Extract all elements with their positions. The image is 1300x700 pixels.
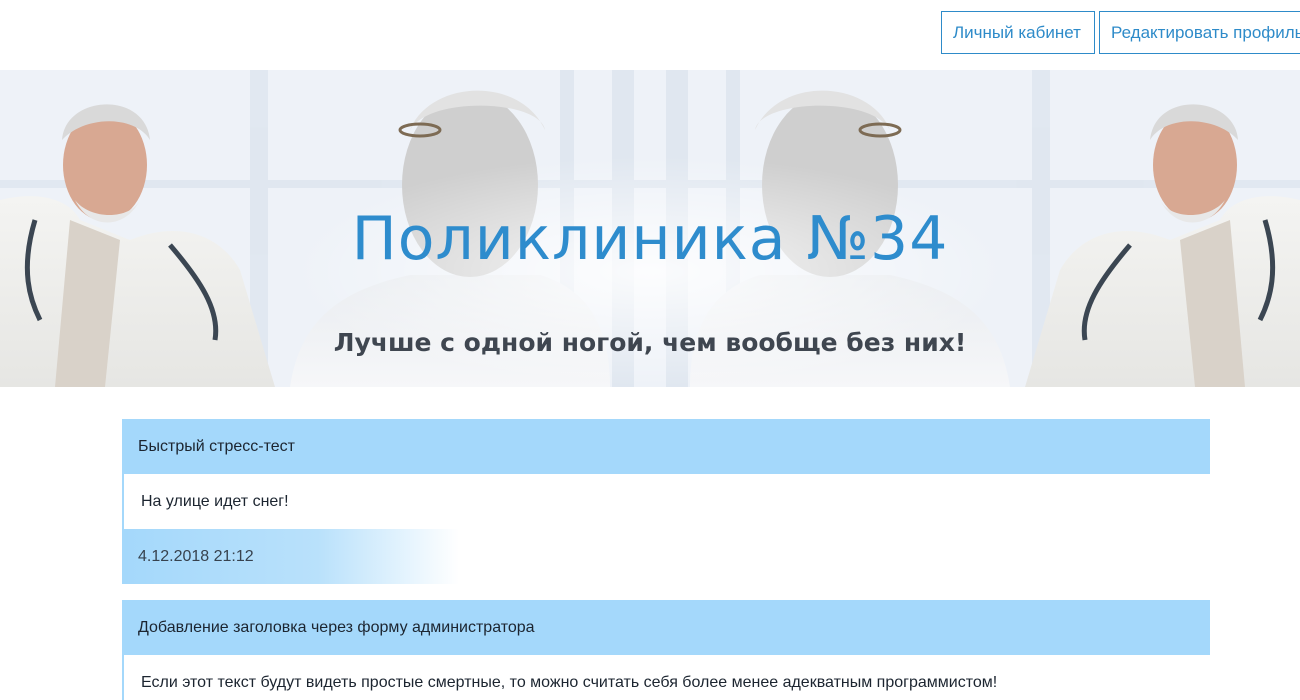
news-card: Добавление заголовка через форму админис… <box>122 600 1210 700</box>
hero-banner: Поликлиника №34 Лучше с одной ногой, чем… <box>0 70 1300 387</box>
news-card-date: 4.12.2018 21:12 <box>122 529 1210 584</box>
top-navbar: Личный кабинет Редактировать профиль <box>0 0 1300 70</box>
news-card: Быстрый стресс-тест На улице идет снег! … <box>122 419 1210 584</box>
hero-title: Поликлиника №34 <box>351 204 949 274</box>
news-card-body: На улице идет снег! <box>122 474 1210 529</box>
hero-subtitle: Лучше с одной ногой, чем вообще без них! <box>333 328 967 357</box>
personal-cabinet-button[interactable]: Личный кабинет <box>941 11 1095 54</box>
news-card-title: Быстрый стресс-тест <box>122 419 1210 474</box>
edit-profile-button[interactable]: Редактировать профиль <box>1099 11 1300 54</box>
news-card-title: Добавление заголовка через форму админис… <box>122 600 1210 655</box>
news-card-body: Если этот текст будут видеть простые сме… <box>122 655 1210 700</box>
